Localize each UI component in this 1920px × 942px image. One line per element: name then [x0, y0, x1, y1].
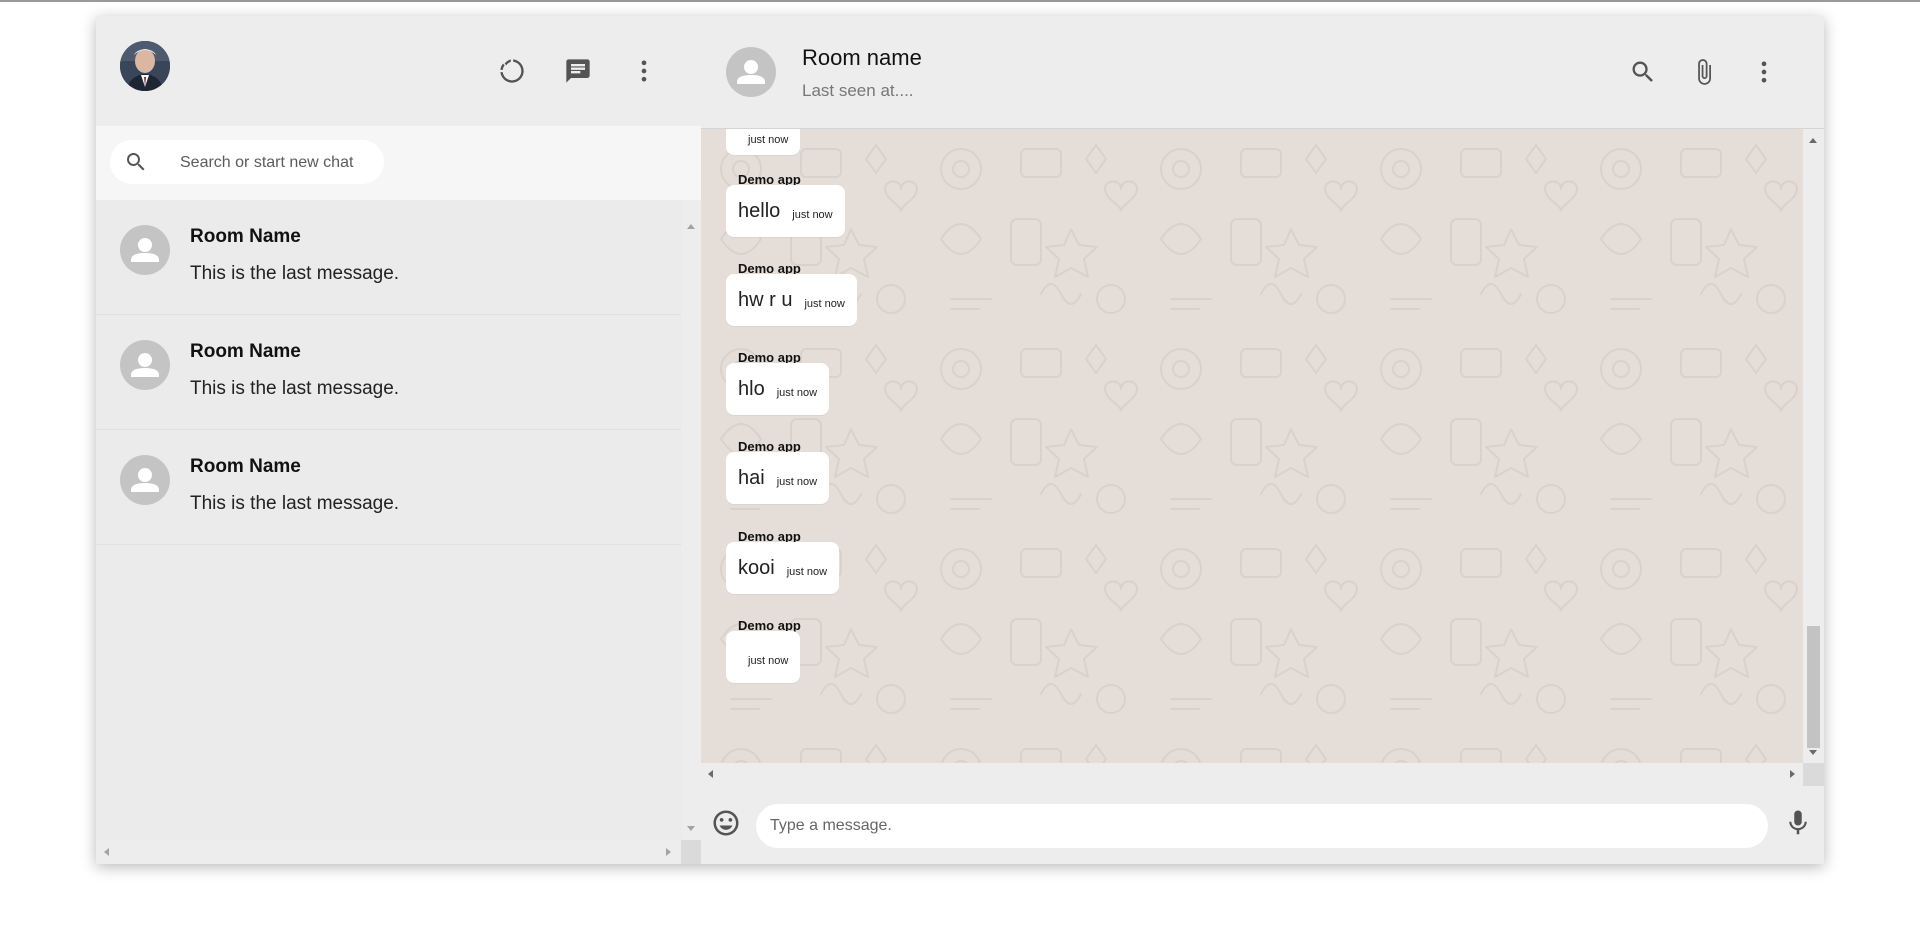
scroll-left-arrow-icon[interactable] — [708, 770, 713, 778]
message-time: just now — [786, 566, 828, 578]
room-name: Room Name — [190, 456, 301, 477]
message-bubble: hello just now — [726, 185, 845, 237]
message-time: just now — [748, 655, 789, 667]
message-time: just now — [792, 209, 833, 221]
chat-list: Room Name This is the last message. Room… — [96, 200, 681, 840]
search-icon — [124, 150, 148, 174]
chat-room-title: Room name — [802, 45, 922, 70]
message-text: hw r u — [738, 288, 793, 311]
chat-list-item[interactable]: Room Name This is the last message. — [96, 430, 681, 545]
chat-pane: Room name Last seen at.... just now Demo… — [701, 16, 1824, 864]
message-bubble: hlo just now — [726, 363, 830, 415]
room-name: Room Name — [190, 226, 301, 247]
scroll-right-arrow-icon[interactable] — [1790, 770, 1795, 778]
message-area[interactable]: just now Demo app hello just now Demo ap… — [701, 129, 1803, 763]
sidebar-horizontal-scrollbar[interactable] — [96, 840, 681, 864]
message-time: just now — [776, 476, 818, 488]
top-border — [0, 0, 1920, 2]
scroll-right-arrow-icon[interactable] — [666, 848, 671, 856]
message-bubble: just now — [726, 631, 801, 683]
message-bubble: kooi just now — [726, 542, 840, 594]
message-time: just now — [804, 298, 845, 310]
scroll-down-arrow-icon[interactable] — [1809, 750, 1817, 755]
sidebar-header — [96, 16, 701, 126]
search-bar — [96, 126, 701, 200]
scrollbar-corner — [681, 840, 701, 864]
scroll-down-arrow-icon[interactable] — [687, 826, 695, 831]
search-icon[interactable] — [1626, 55, 1660, 89]
room-name: Room Name — [190, 341, 301, 362]
last-message: This is the last message. — [190, 493, 400, 514]
attach-icon[interactable] — [1687, 55, 1721, 89]
scrollbar-corner — [1803, 763, 1824, 786]
message-time: just now — [748, 134, 789, 146]
message-bubble: just now — [726, 129, 801, 155]
last-seen-text: Last seen at.... — [802, 81, 914, 100]
chat-vertical-scrollbar[interactable] — [1803, 129, 1824, 763]
scroll-up-arrow-icon[interactable] — [1809, 138, 1817, 143]
message-text: hai — [738, 466, 765, 489]
chat-list-item[interactable]: Room Name This is the last message. — [96, 200, 681, 315]
search-input[interactable] — [178, 149, 382, 177]
scrollbar-thumb[interactable] — [1807, 626, 1820, 748]
room-avatar — [120, 455, 170, 505]
room-avatar[interactable] — [726, 47, 776, 97]
message-bubble: hw r u just now — [726, 274, 857, 326]
message-composer — [701, 786, 1824, 864]
emoji-icon[interactable] — [711, 808, 741, 838]
sidebar: Room Name This is the last message. Room… — [96, 16, 702, 864]
chat-header: Room name Last seen at.... — [701, 16, 1824, 129]
message-time: just now — [776, 387, 818, 399]
more-vert-icon[interactable] — [627, 54, 661, 88]
message-input[interactable] — [756, 804, 1768, 848]
scroll-left-arrow-icon[interactable] — [104, 848, 109, 856]
scroll-up-arrow-icon[interactable] — [687, 224, 695, 229]
sidebar-vertical-scrollbar[interactable] — [681, 200, 701, 840]
room-avatar — [120, 225, 170, 275]
search-box[interactable] — [110, 140, 384, 184]
message-text: hello — [738, 199, 781, 222]
chat-wallpaper — [701, 129, 1803, 763]
message-bubble: hai just now — [726, 452, 830, 504]
chat-horizontal-scrollbar[interactable] — [701, 763, 1803, 786]
chat-list-item[interactable]: Room Name This is the last message. — [96, 315, 681, 430]
more-vert-icon[interactable] — [1747, 55, 1781, 89]
user-avatar[interactable] — [120, 41, 170, 91]
message-text: hlo — [738, 377, 765, 400]
room-avatar — [120, 340, 170, 390]
app-window: Room Name This is the last message. Room… — [96, 16, 1824, 864]
mic-icon[interactable] — [1783, 808, 1813, 838]
new-chat-icon[interactable] — [561, 54, 595, 88]
last-message: This is the last message. — [190, 378, 400, 399]
last-message: This is the last message. — [190, 263, 400, 284]
message-text: kooi — [738, 556, 775, 579]
status-icon[interactable] — [495, 54, 529, 88]
